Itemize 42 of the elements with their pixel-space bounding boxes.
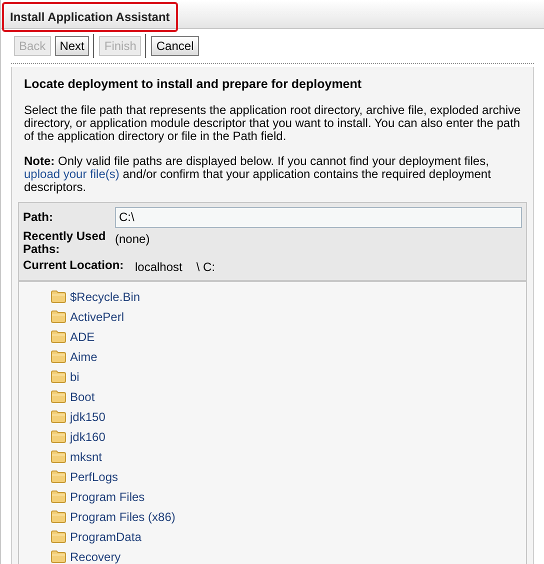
- note-text: Note: Only valid file paths are displayed below. If you cannot find your deployment files, upload your file(s) and/or confirm that your application contains the required deployment descriptors.: [24, 154, 492, 194]
- folder-icon: [51, 330, 66, 344]
- folder-link[interactable]: Recovery: [70, 548, 121, 564]
- folder-link[interactable]: Program Files: [70, 488, 145, 506]
- folder-link[interactable]: bi: [70, 368, 80, 386]
- folder-icon: [51, 470, 66, 484]
- folder-link[interactable]: Aime: [70, 348, 98, 366]
- folder-icon: [51, 390, 66, 404]
- folder-icon: [51, 310, 66, 324]
- folder-link[interactable]: ProgramData: [70, 528, 142, 546]
- section-heading: Locate deployment to install and prepare for deployment: [24, 76, 363, 93]
- toolbar-button[interactable]: Next: [54, 36, 90, 56]
- folder-link[interactable]: jdk160: [70, 428, 106, 446]
- folder-link[interactable]: Program Files (x86): [70, 508, 176, 526]
- folder-link[interactable]: mksnt: [70, 448, 102, 466]
- folder-link[interactable]: $Recycle.Bin: [70, 288, 140, 306]
- folder-link[interactable]: jdk150: [70, 408, 106, 426]
- folder-icon: [51, 410, 66, 424]
- folder-icon: [51, 490, 66, 504]
- current-location-label: Current Location:: [23, 258, 125, 272]
- folder-link[interactable]: Boot: [70, 388, 95, 406]
- folder-icon: [51, 430, 66, 444]
- path-label: Path:: [23, 209, 54, 226]
- folder-link[interactable]: PerfLogs: [70, 468, 118, 486]
- folder-icon: [51, 450, 66, 464]
- folder-icon: [51, 530, 66, 544]
- recent-paths-label: Recently Used Paths:: [23, 230, 107, 256]
- folder-icon: [51, 510, 66, 524]
- folder-link[interactable]: ActivePerl: [70, 308, 124, 326]
- upload-link[interactable]: upload your file(s): [24, 166, 120, 181]
- folder-icon: [51, 550, 66, 564]
- location-path: \ C:: [196, 258, 216, 276]
- toolbar-button[interactable]: Cancel: [151, 36, 199, 56]
- folder-icon: [51, 350, 66, 364]
- folder-link[interactable]: ADE: [70, 328, 95, 346]
- location-host: localhost: [135, 258, 182, 276]
- recent-paths-value: (none): [115, 230, 150, 248]
- folder-icon: [51, 370, 66, 384]
- folder-icon: [51, 290, 66, 304]
- window-title: Install Application Assistant: [2, 2, 178, 32]
- description-text: Select the file path that represents the application root directory, archive file, exploded archive directory, or application module descriptor that you want to install. You can also enter the path of the application directory or file in the Path field.: [24, 104, 521, 143]
- path-field[interactable]: C:\: [115, 206, 522, 228]
